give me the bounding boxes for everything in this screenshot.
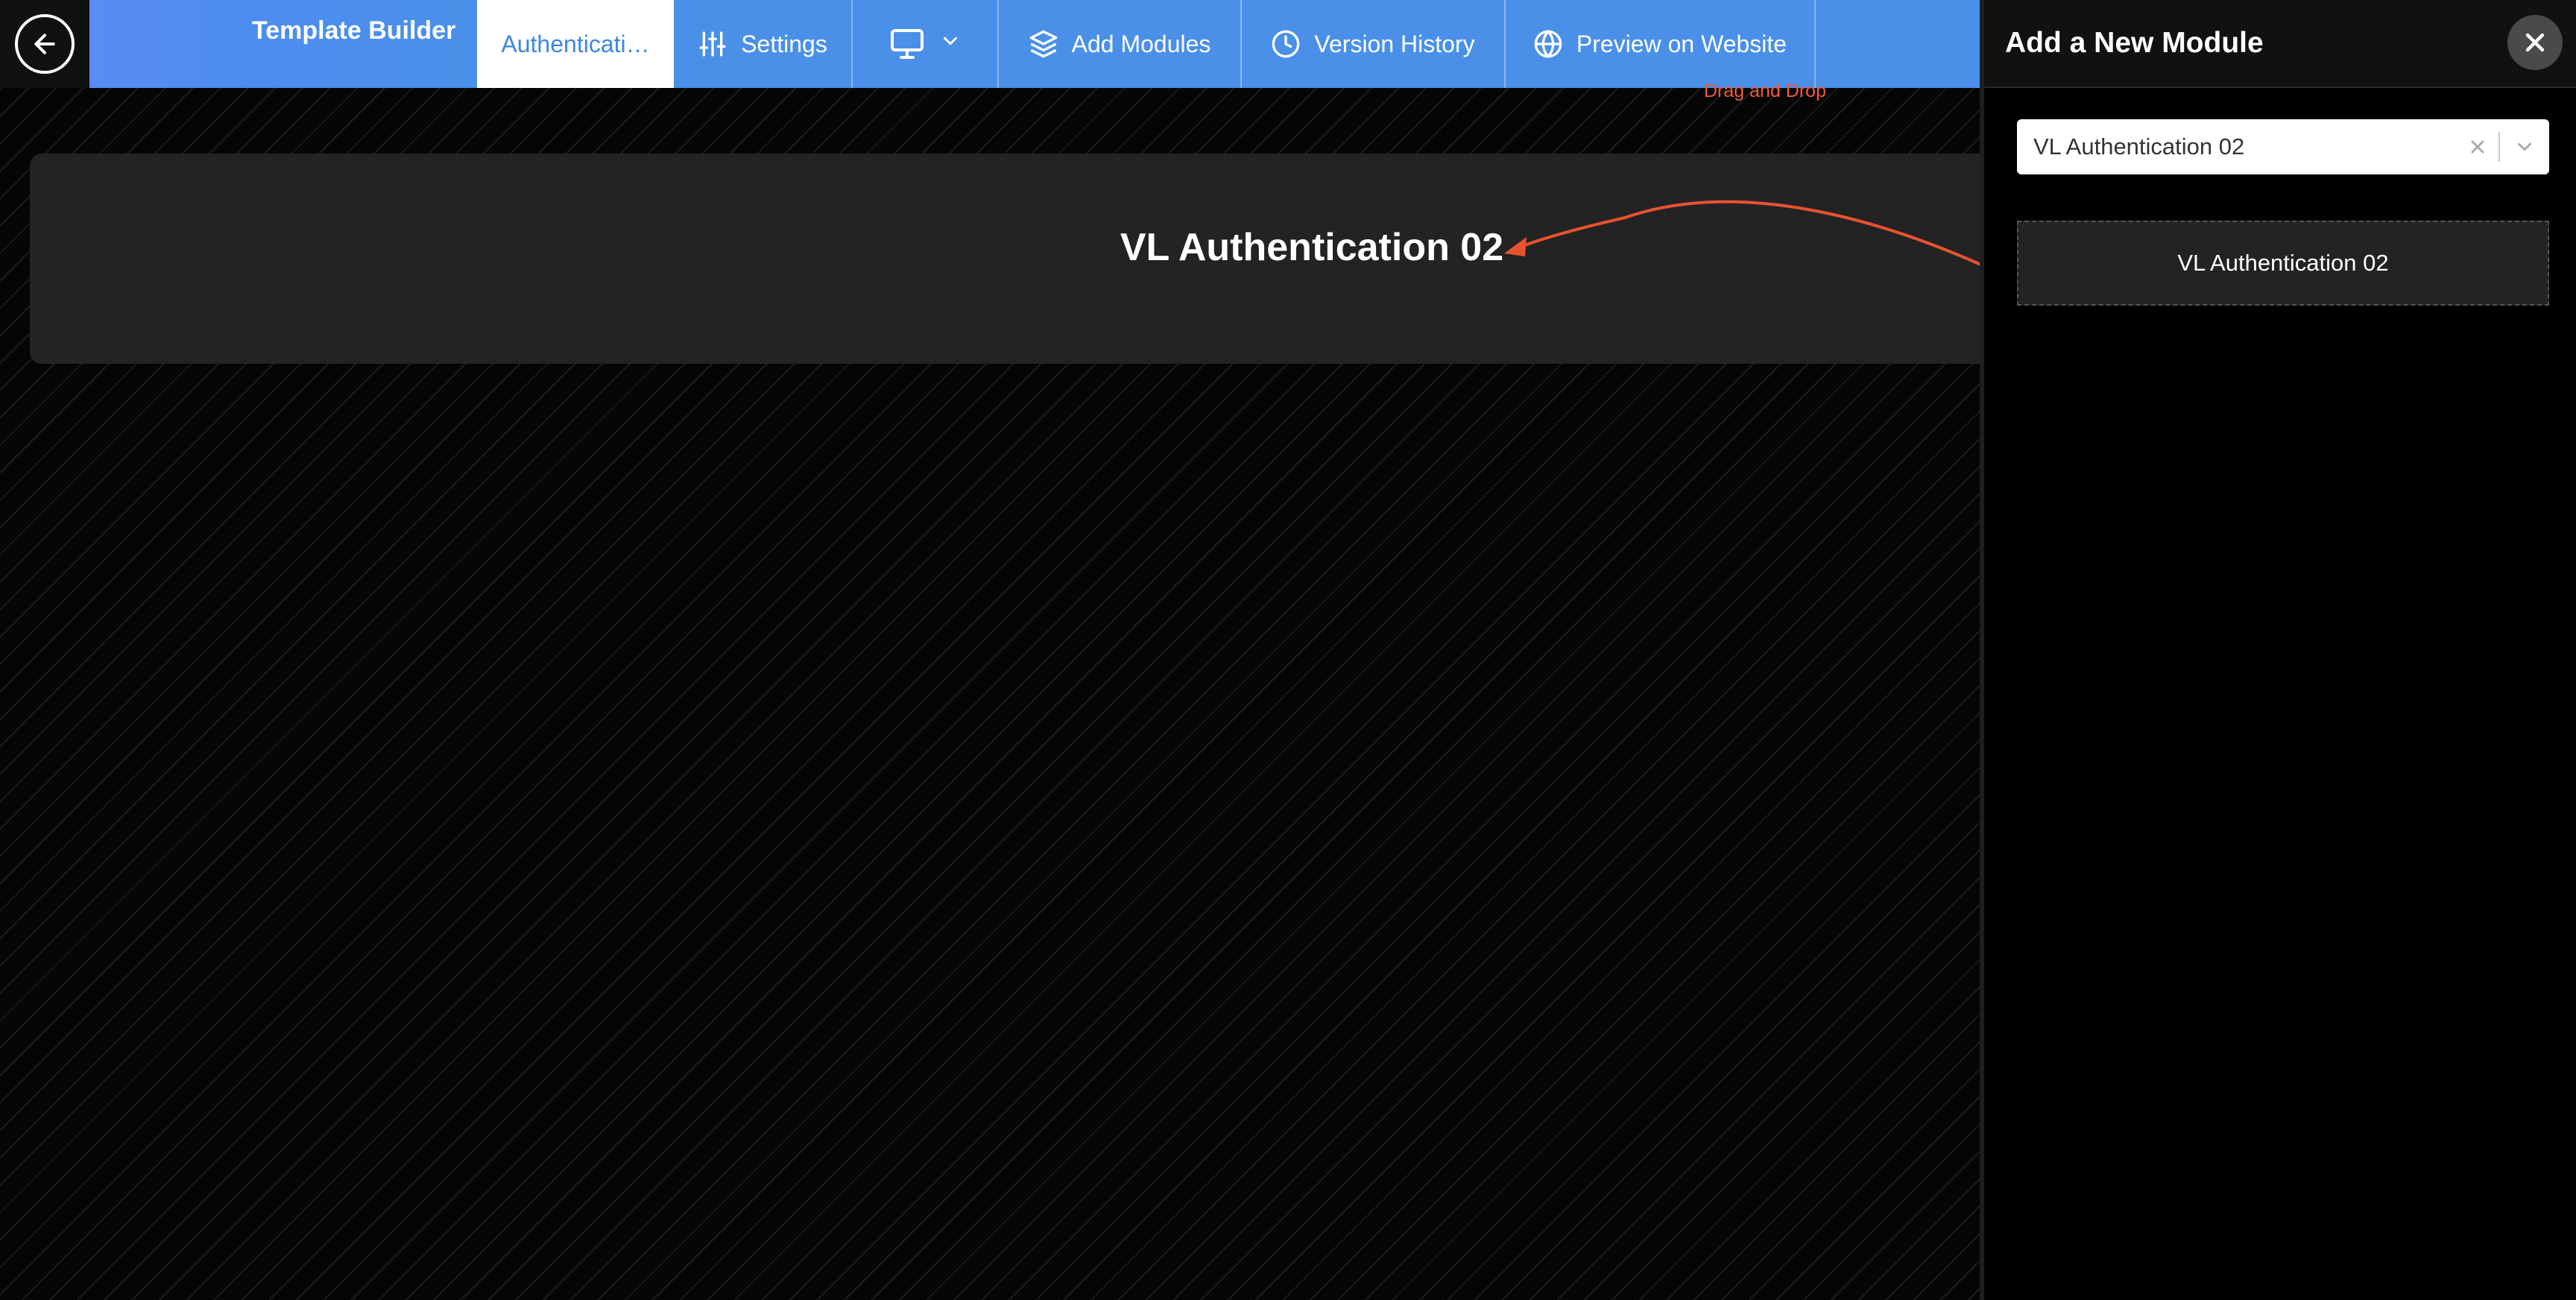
arrow-left-icon: [34, 34, 55, 54]
preview-on-website-button[interactable]: Preview on Website: [1506, 0, 1816, 88]
clock-icon: [1271, 29, 1301, 59]
template-builder-app: Template Builder Authenticati… Settings: [0, 0, 2576, 1300]
device-selector[interactable]: [853, 0, 999, 88]
panel-header: Add a New Module: [1984, 0, 2576, 88]
builder-canvas[interactable]: VL Authentication 02: [0, 88, 1998, 1300]
version-history-label: Version History: [1314, 30, 1475, 57]
sliders-icon: [698, 29, 727, 59]
module-card[interactable]: VL Authentication 02: [30, 154, 1998, 364]
tab-settings[interactable]: Settings: [674, 0, 853, 88]
draggable-module-label: VL Authentication 02: [2177, 250, 2389, 276]
close-icon: [2525, 33, 2545, 52]
tab-authentication-label: Authenticati…: [501, 30, 650, 57]
draggable-module-item[interactable]: VL Authentication 02: [2017, 221, 2549, 306]
globe-icon: [1533, 29, 1563, 59]
brand-title: Template Builder: [252, 16, 456, 45]
brand-area: Template Builder: [89, 0, 477, 88]
chevron-down-icon[interactable]: [2500, 136, 2549, 158]
tab-settings-label: Settings: [741, 30, 827, 57]
back-button[interactable]: [15, 14, 75, 74]
monitor-icon: [888, 28, 926, 60]
top-toolbar: Template Builder Authenticati… Settings: [0, 0, 1980, 88]
chevron-down-icon: [939, 30, 962, 58]
add-modules-label: Add Modules: [1071, 30, 1211, 57]
module-select-value: VL Authentication 02: [2033, 133, 2245, 160]
tab-authentication[interactable]: Authenticati…: [477, 0, 674, 88]
panel-title: Add a New Module: [2005, 27, 2264, 59]
add-modules-button[interactable]: Add Modules: [999, 0, 1242, 88]
module-select[interactable]: VL Authentication 02: [2017, 119, 2549, 174]
add-module-panel: Add a New Module VL Authentication 02 VL…: [1980, 0, 2576, 1300]
layers-icon: [1029, 29, 1058, 59]
drag-drop-hint: Drag and Drop: [1704, 81, 1826, 101]
x-icon[interactable]: [2457, 138, 2498, 156]
version-history-button[interactable]: Version History: [1242, 0, 1506, 88]
close-panel-button[interactable]: [2507, 15, 2563, 70]
back-button-area: [0, 0, 89, 88]
preview-label: Preview on Website: [1576, 30, 1787, 57]
